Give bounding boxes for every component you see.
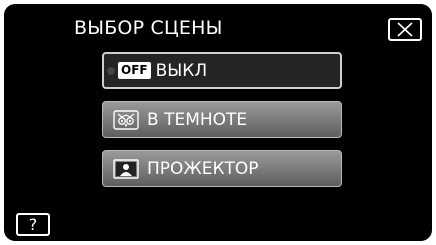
spotlight-icon <box>113 158 139 179</box>
scene-option-night[interactable]: В ТЕМНОТЕ <box>102 101 342 138</box>
scene-select-screen: ВЫБОР СЦЕНЫ OFF ВЫКЛ В ТЕМНОТЕ ПРОЖЕКТОР… <box>4 4 432 241</box>
close-button[interactable] <box>388 18 422 41</box>
owl-night-icon <box>113 109 139 130</box>
scene-option-off[interactable]: OFF ВЫКЛ <box>102 52 342 89</box>
help-button[interactable]: ? <box>16 213 50 236</box>
scene-option-label: ВЫКЛ <box>155 60 208 81</box>
off-icon: OFF <box>118 62 151 79</box>
scene-option-label: ПРОЖЕКТОР <box>147 158 259 179</box>
selection-indicator-icon <box>107 66 115 75</box>
close-icon <box>397 22 413 37</box>
scene-option-spotlight[interactable]: ПРОЖЕКТОР <box>102 150 342 187</box>
scene-option-label: В ТЕМНОТЕ <box>147 109 248 130</box>
page-title: ВЫБОР СЦЕНЫ <box>74 17 223 39</box>
